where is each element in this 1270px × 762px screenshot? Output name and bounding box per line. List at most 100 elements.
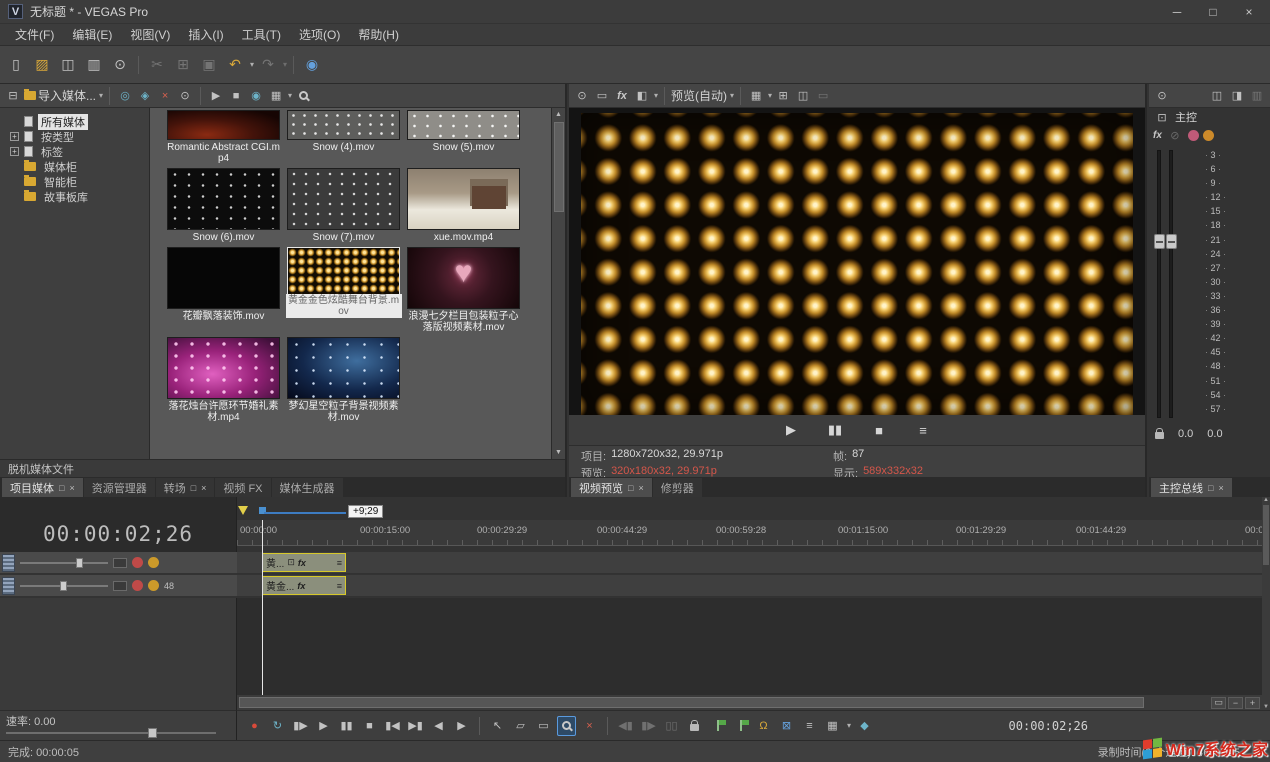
track-solo-icon[interactable]	[148, 580, 159, 591]
rate-slider-handle[interactable]	[148, 728, 157, 738]
pause-icon[interactable]: ▮▮	[337, 716, 356, 736]
pin-cursor-icon[interactable]: ◆	[855, 716, 874, 736]
fx-bypass-icon[interactable]: ⊘	[1166, 126, 1184, 144]
undo-icon[interactable]: ↶	[223, 53, 247, 77]
menu-edit[interactable]: 编辑(E)	[63, 24, 121, 45]
clip-menu-icon[interactable]: ≡	[337, 558, 342, 568]
preview-settings-icon[interactable]: ⊙	[573, 87, 591, 105]
view-mode-dropdown-icon[interactable]: ▾	[288, 91, 292, 100]
view-mode-icon[interactable]: ▦	[267, 87, 285, 105]
preview-menu-icon[interactable]: ≡	[911, 418, 935, 442]
paste-icon[interactable]: ▣	[197, 53, 221, 77]
preview-stop-icon[interactable]: ■	[867, 418, 891, 442]
minimize-button[interactable]: ─	[1170, 5, 1184, 19]
v-scrollbar-thumb[interactable]	[1263, 505, 1269, 565]
stop-icon[interactable]: ■	[360, 716, 379, 736]
camera-dropdown-icon[interactable]: ▾	[847, 721, 851, 730]
tab-video-fx[interactable]: 视频 FX	[215, 478, 270, 497]
external-preview-icon[interactable]: ▭	[814, 87, 832, 105]
interactive-tutorials-icon[interactable]: ◉	[300, 53, 324, 77]
media-item[interactable]: 浪漫七夕栏目包装粒子心落版视频素材.mov	[404, 247, 523, 337]
copy-snapshot-icon[interactable]: ⊞	[774, 87, 792, 105]
fader-layout-icon[interactable]: ▥	[1248, 87, 1266, 105]
media-item[interactable]: Snow (6).mov	[164, 168, 283, 247]
scrollbar-thumb[interactable]	[554, 122, 564, 212]
play-icon[interactable]: ▶	[314, 716, 333, 736]
video-output-fx-icon[interactable]: fx	[613, 87, 631, 105]
preview-pause-icon[interactable]: ▮▮	[823, 418, 847, 442]
rate-slider[interactable]	[6, 732, 216, 734]
project-properties-icon[interactable]: ⊙	[108, 53, 132, 77]
track-level-slider[interactable]	[20, 585, 108, 587]
tab-video-preview[interactable]: 视频预览 □ ×	[571, 478, 652, 497]
slider-handle[interactable]	[76, 558, 83, 568]
undo-dropdown-icon[interactable]: ▾	[250, 60, 254, 69]
video-frame[interactable]	[581, 113, 1133, 415]
media-item-selected[interactable]: 黄金金色炫酷舞台背景.mov	[284, 247, 403, 337]
timeline-empty-area[interactable]	[237, 598, 1262, 695]
menu-tools[interactable]: 工具(T)	[233, 24, 290, 45]
close-button[interactable]: ×	[1242, 5, 1256, 19]
camera-view-icon[interactable]: ▦	[823, 716, 842, 736]
split-screen-icon[interactable]: ◧	[633, 87, 651, 105]
trim-end-icon[interactable]: ▮▶	[639, 716, 658, 736]
tree-item-smart-bins[interactable]: 智能柜	[0, 174, 149, 189]
timeline-h-scrollbar[interactable]: ▭ − +	[237, 695, 1262, 710]
marker-bar[interactable]: +9;29	[237, 503, 1262, 520]
menu-view[interactable]: 视图(V)	[121, 24, 179, 45]
tree-item-all-media[interactable]: 所有媒体	[0, 114, 149, 129]
clip-fx-icon[interactable]: fx	[298, 558, 306, 568]
master-faders[interactable]	[1157, 148, 1195, 426]
tree-item-tags[interactable]: + 标签	[0, 144, 149, 159]
track-mute-icon[interactable]	[132, 557, 143, 568]
solo-badge-icon[interactable]	[1203, 130, 1214, 141]
mute-badge-icon[interactable]	[1188, 130, 1199, 141]
tab-close-icon[interactable]: ×	[638, 483, 643, 493]
command-marker-icon[interactable]: Ω	[754, 716, 773, 736]
insert-region-icon[interactable]	[731, 716, 750, 736]
external-monitor-icon[interactable]: ▭	[593, 87, 611, 105]
zoom-tool-icon[interactable]	[557, 716, 576, 736]
tab-transitions[interactable]: 转场 □ ×	[156, 478, 215, 497]
new-project-icon[interactable]: ▯	[4, 53, 28, 77]
import-dropdown-icon[interactable]: ▾	[99, 91, 103, 100]
h-scrollbar-thumb[interactable]	[239, 697, 1144, 708]
record-icon[interactable]: ●	[245, 716, 264, 736]
save-snapshot-icon[interactable]: ◫	[794, 87, 812, 105]
render-as-icon[interactable]: ▥	[82, 53, 106, 77]
zoom-edit-icon[interactable]: ▭	[1211, 697, 1226, 709]
preview-quality-dropdown[interactable]: 预览(自动)	[671, 87, 727, 104]
lock-icon[interactable]	[685, 716, 704, 736]
tab-master-bus[interactable]: 主控总线 □ ×	[1151, 478, 1232, 497]
tab-close-icon[interactable]: ×	[201, 483, 206, 493]
fader-track-right[interactable]	[1169, 150, 1173, 418]
tab-float-icon[interactable]: □	[1208, 483, 1213, 493]
master-settings-icon[interactable]: ⊙	[1153, 87, 1171, 105]
tree-expander-icon[interactable]: +	[10, 132, 19, 141]
track-header-2[interactable]: 48	[0, 575, 237, 597]
fader-handle-left[interactable]	[1154, 234, 1165, 249]
menu-insert[interactable]: 插入(I)	[179, 24, 232, 45]
auto-preview-icon[interactable]: ◉	[247, 87, 265, 105]
go-to-end-icon[interactable]: ▶▮	[406, 716, 425, 736]
preview-play-icon[interactable]: ▶	[207, 87, 225, 105]
media-item[interactable]: Romantic Abstract CGI.mp4	[164, 110, 283, 168]
media-item[interactable]: 花瓣飘落装饰.mov	[164, 247, 283, 337]
tab-float-icon[interactable]: □	[628, 483, 633, 493]
tab-close-icon[interactable]: ×	[69, 483, 74, 493]
tab-explorer[interactable]: 资源管理器	[84, 478, 155, 497]
menu-options[interactable]: 选项(O)	[290, 24, 349, 45]
playhead-line[interactable]	[262, 520, 263, 695]
scroll-up-icon[interactable]: ▲	[555, 108, 562, 121]
clip-fx-icon[interactable]: fx	[297, 581, 305, 591]
fader-track-left[interactable]	[1157, 150, 1161, 418]
cd-region-icon[interactable]: ⊠	[777, 716, 796, 736]
menu-file[interactable]: 文件(F)	[6, 24, 63, 45]
split-screen-dropdown-icon[interactable]: ▾	[654, 91, 658, 100]
preview-stop-icon[interactable]: ■	[227, 87, 245, 105]
track-mute-icon[interactable]	[132, 580, 143, 591]
clip-pan-crop-icon[interactable]: ⊡	[287, 557, 295, 568]
master-fx-icon[interactable]: fx	[1153, 130, 1162, 141]
timeline-v-scrollbar[interactable]: ▲ ▼	[1262, 497, 1270, 710]
redo-dropdown-icon[interactable]: ▾	[283, 60, 287, 69]
